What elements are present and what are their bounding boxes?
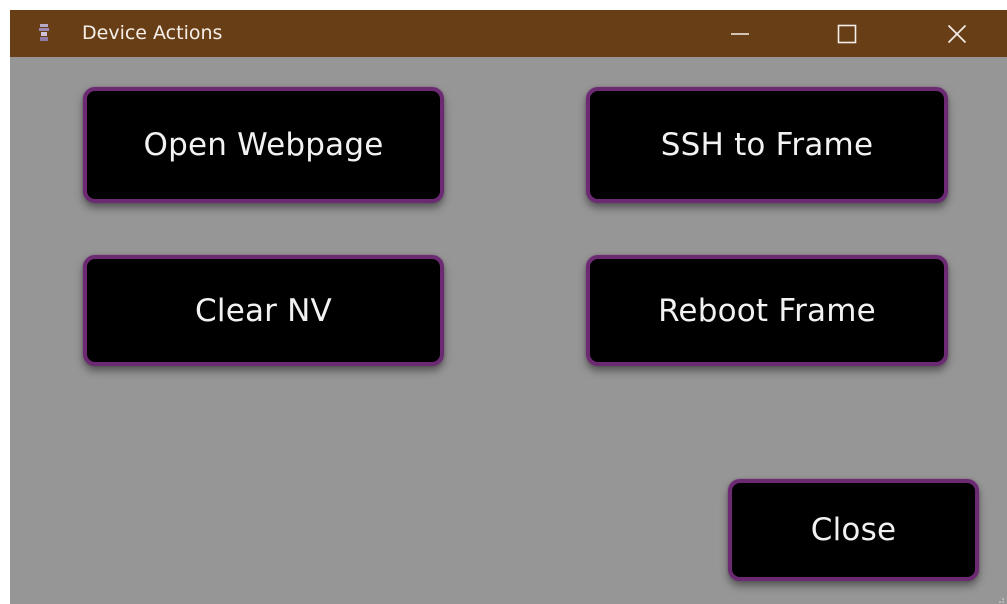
- device-actions-window: Device Actions Open Webpage SSH to Frame…: [10, 10, 1007, 604]
- clear-nv-button[interactable]: Clear NV: [83, 255, 444, 366]
- maximize-button[interactable]: [817, 10, 877, 57]
- maximize-icon: [837, 24, 857, 44]
- minimize-button[interactable]: [710, 10, 770, 57]
- ssh-to-frame-button[interactable]: SSH to Frame: [586, 87, 948, 203]
- minimize-icon: [730, 24, 750, 44]
- app-icon: [38, 24, 50, 42]
- close-button[interactable]: Close: [728, 479, 979, 581]
- title-bar[interactable]: Device Actions: [10, 10, 1007, 57]
- resize-grip-icon[interactable]: [995, 592, 1005, 603]
- reboot-frame-button[interactable]: Reboot Frame: [586, 255, 948, 366]
- close-icon: [947, 24, 967, 44]
- open-webpage-button[interactable]: Open Webpage: [83, 87, 444, 203]
- window-title: Device Actions: [82, 22, 223, 44]
- close-window-button[interactable]: [927, 10, 987, 57]
